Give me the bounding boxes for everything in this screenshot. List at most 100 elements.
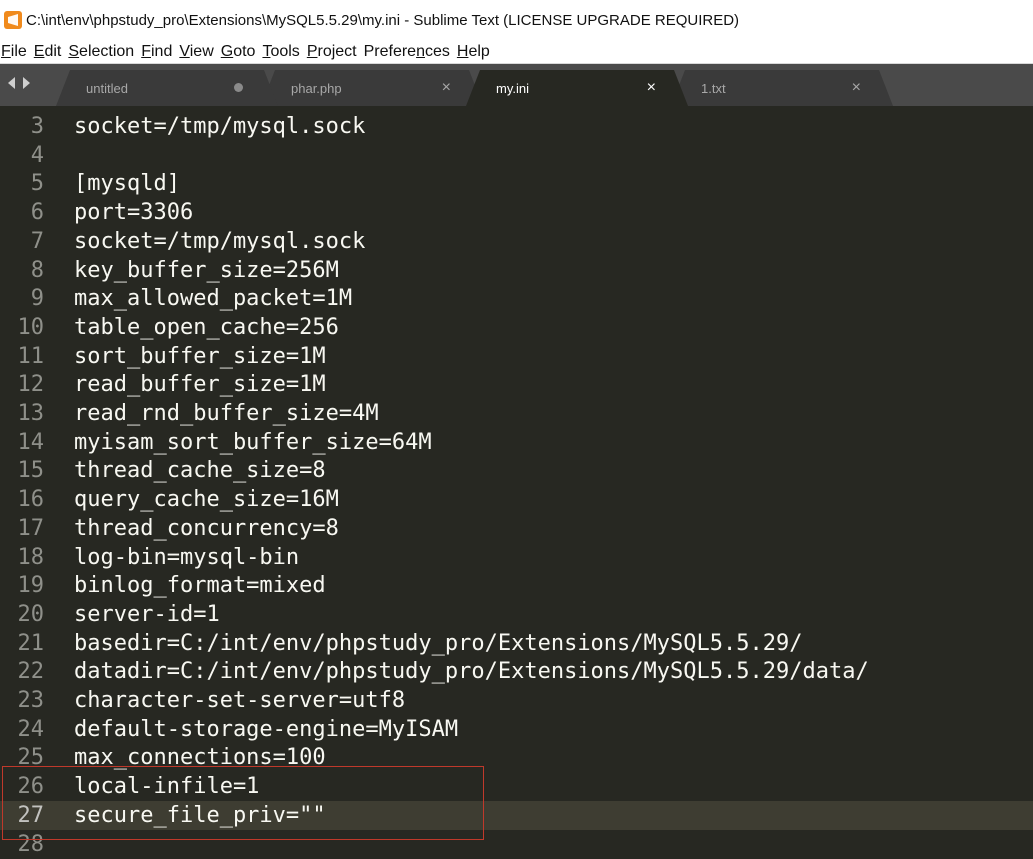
code-line[interactable]: 20 server-id=1 (0, 600, 1033, 629)
code-text[interactable]: query_cache_size=16M (74, 487, 339, 512)
code-text[interactable]: read_rnd_buffer_size=4M (74, 401, 379, 426)
line-number: 18 (17, 544, 45, 570)
line-number: 11 (17, 343, 45, 369)
line-number: 3 (30, 114, 44, 139)
code-line[interactable]: 23 character-set-server=utf8 (0, 686, 1033, 715)
menu-find[interactable]: Find (140, 43, 178, 61)
code-text[interactable]: socket=/tmp/mysql.sock (74, 229, 365, 254)
line-number: 5 (30, 171, 44, 197)
code-line[interactable]: 16 query_cache_size=16M (0, 485, 1033, 514)
code-text[interactable]: table_open_cache=256 (74, 315, 339, 340)
tab-untitled[interactable]: untitled (56, 70, 278, 106)
menu-bar: File Edit Selection Find View Goto Tools Projec… (0, 40, 1033, 64)
tab-nav-arrows (6, 76, 32, 90)
code-line[interactable]: 15 thread_cache_size=8 (0, 456, 1033, 485)
line-number: 7 (30, 228, 44, 254)
title-bar: C:\int\env\phpstudy_pro\Extensions\MySQL… (0, 0, 1033, 40)
tab-phar-php[interactable]: phar.php × (261, 70, 483, 106)
line-number: 8 (30, 257, 44, 283)
tab-1-txt[interactable]: 1.txt × (671, 70, 893, 106)
line-number: 25 (17, 745, 45, 771)
menu-tools[interactable]: Tools (261, 43, 305, 61)
tab-label: my.ini (496, 80, 529, 96)
code-line[interactable]: 25 max_connections=100 (0, 743, 1033, 772)
code-text[interactable]: [mysqld] (74, 171, 180, 196)
code-text[interactable]: thread_concurrency=8 (74, 516, 339, 541)
code-line[interactable]: 7 socket=/tmp/mysql.sock (0, 227, 1033, 256)
line-number: 10 (17, 314, 45, 340)
code-text[interactable]: basedir=C:/int/env/phpstudy_pro/Extensio… (74, 631, 802, 656)
line-number: 13 (17, 401, 45, 426)
sublime-text-icon (4, 11, 22, 29)
menu-project[interactable]: Project (306, 43, 363, 61)
tab-prev-arrow-icon[interactable] (6, 76, 16, 90)
code-text[interactable]: port=3306 (74, 200, 193, 225)
code-text[interactable]: datadir=C:/int/env/phpstudy_pro/Extensio… (74, 659, 869, 684)
line-number: 12 (17, 372, 45, 398)
tab-label: 1.txt (701, 80, 726, 96)
menu-help[interactable]: Help (456, 43, 496, 61)
line-number: 24 (17, 716, 45, 742)
line-number: 26 (17, 774, 45, 800)
code-text[interactable]: myisam_sort_buffer_size=64M (74, 430, 432, 455)
code-line[interactable]: 22 datadir=C:/int/env/phpstudy_pro/Extens… (0, 657, 1033, 686)
close-icon[interactable]: × (442, 80, 451, 96)
code-line[interactable]: 14 myisam_sort_buffer_size=64M (0, 428, 1033, 457)
menu-edit[interactable]: Edit (33, 43, 68, 61)
current-code-line[interactable]: 27 secure_file_priv="" (0, 800, 1033, 830)
code-text[interactable]: character-set-server=utf8 (74, 688, 405, 713)
code-line[interactable]: 12 read_buffer_size=1M (0, 370, 1033, 399)
code-line[interactable]: 11 sort_buffer_size=1M (0, 342, 1033, 371)
menu-preferences[interactable]: Preferences (363, 43, 456, 61)
code-line[interactable]: 24 default-storage-engine=MyISAM (0, 715, 1033, 744)
code-text[interactable]: secure_file_priv="" (74, 803, 326, 828)
code-text[interactable]: binlog_format=mixed (74, 573, 326, 598)
code-text[interactable]: thread_cache_size=8 (74, 458, 326, 483)
code-line[interactable]: 17 thread_concurrency=8 (0, 514, 1033, 543)
code-text[interactable]: read_buffer_size=1M (74, 372, 326, 397)
close-icon[interactable]: × (852, 80, 861, 96)
line-number: 9 (30, 286, 44, 312)
code-line[interactable]: 9 max_allowed_packet=1M (0, 284, 1033, 313)
code-text[interactable]: socket=/tmp/mysql.sock (74, 114, 365, 139)
code-text[interactable]: server-id=1 (74, 602, 220, 627)
tab-label: untitled (86, 80, 128, 96)
close-icon[interactable]: × (647, 80, 656, 96)
modified-dot-icon[interactable] (234, 83, 243, 92)
line-number: 6 (30, 200, 44, 226)
code-text[interactable]: max_connections=100 (74, 745, 326, 770)
code-line[interactable]: 10 table_open_cache=256 (0, 313, 1033, 342)
tab-my-ini[interactable]: my.ini × (466, 70, 688, 106)
line-number: 23 (17, 688, 45, 713)
code-line[interactable]: 21 basedir=C:/int/env/phpstudy_pro/Extens… (0, 629, 1033, 658)
code-text[interactable]: max_allowed_packet=1M (74, 286, 352, 311)
code-line[interactable]: 5 [mysqld] (0, 169, 1033, 198)
code-text[interactable]: local-infile=1 (74, 774, 259, 799)
code-line[interactable]: 28 (0, 830, 1033, 859)
code-line[interactable]: 19 binlog_format=mixed (0, 571, 1033, 600)
line-number: 20 (17, 601, 45, 627)
menu-file[interactable]: File (0, 43, 33, 61)
line-number: 4 (30, 142, 44, 168)
tab-next-arrow-icon[interactable] (22, 76, 32, 90)
line-number: 15 (17, 458, 45, 484)
code-editor[interactable]: 28 27 secure_file_priv="" 26 local-infile=1 2… (0, 106, 1033, 859)
code-line[interactable]: 3 socket=/tmp/mysql.sock (0, 112, 1033, 141)
code-line[interactable]: 18 log-bin=mysql-bin (0, 543, 1033, 572)
code-line[interactable]: 8 key_buffer_size=256M (0, 256, 1033, 285)
code-text[interactable]: sort_buffer_size=1M (74, 344, 326, 369)
menu-view[interactable]: View (178, 43, 219, 61)
code-text[interactable]: default-storage-engine=MyISAM (74, 717, 458, 742)
code-line[interactable]: 4 (0, 141, 1033, 170)
line-number: 19 (17, 573, 45, 599)
code-line[interactable]: 13 read_rnd_buffer_size=4M (0, 399, 1033, 428)
line-number: 27 (17, 802, 45, 828)
menu-goto[interactable]: Goto (220, 43, 262, 61)
menu-selection[interactable]: Selection (67, 43, 140, 61)
code-text[interactable]: key_buffer_size=256M (74, 258, 339, 283)
line-number: 22 (17, 659, 45, 685)
code-text[interactable]: log-bin=mysql-bin (74, 545, 299, 570)
code-line[interactable]: 6 port=3306 (0, 198, 1033, 227)
line-number: 16 (17, 487, 45, 513)
code-line[interactable]: 26 local-infile=1 (0, 772, 1033, 801)
